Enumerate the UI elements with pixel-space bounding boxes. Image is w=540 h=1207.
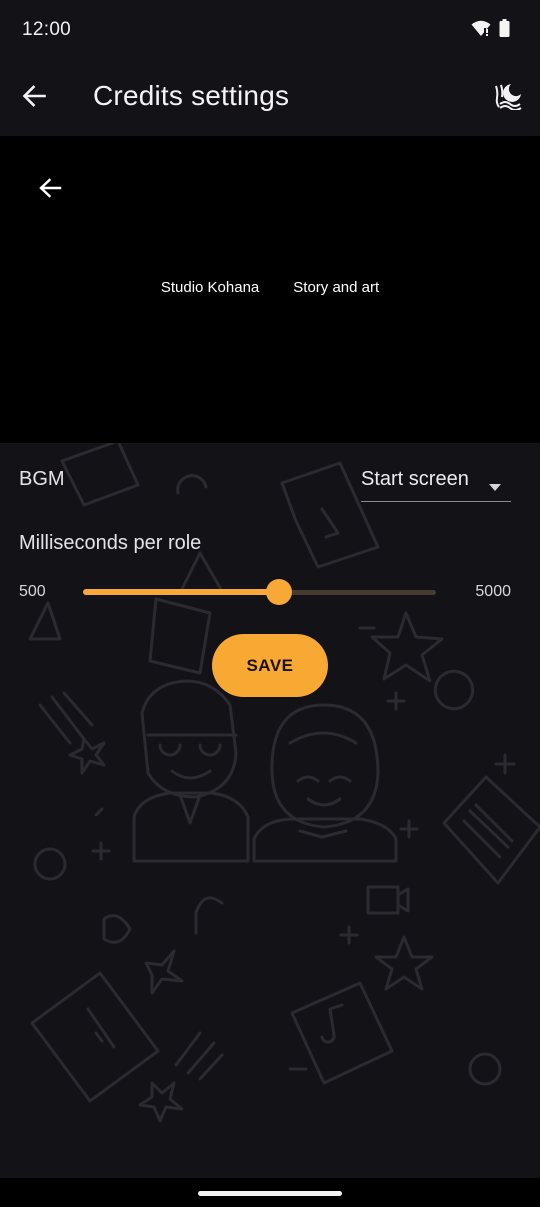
- page-title: Credits settings: [93, 80, 290, 111]
- theme-toggle-button[interactable]: [490, 80, 526, 116]
- arrow-back-icon: [38, 177, 62, 204]
- wifi-icon: [471, 19, 491, 42]
- arrow-back-icon: [22, 84, 46, 112]
- status-icons: [471, 18, 510, 42]
- bgm-dropdown[interactable]: Start screen: [361, 463, 511, 502]
- slider-min-label: 500: [19, 583, 46, 600]
- slider-active-track: [83, 589, 280, 595]
- navigation-bar: [0, 1178, 540, 1207]
- screen: 12:00 Credits settings Studio Kohana Sto…: [0, 0, 540, 1207]
- back-button[interactable]: [14, 74, 54, 122]
- home-gesture-handle[interactable]: [198, 1191, 342, 1196]
- settings-panel: BGM Start screen Milliseconds per role 5…: [0, 443, 540, 1178]
- save-button[interactable]: SAVE: [212, 634, 328, 697]
- status-time: 12:00: [22, 19, 72, 40]
- bgm-label: BGM: [19, 468, 65, 490]
- wave-moon-icon: [493, 82, 523, 115]
- credit-entry: Studio Kohana Story and art: [0, 279, 540, 296]
- bgm-selected-value: Start screen: [361, 468, 469, 490]
- battery-icon: [499, 18, 510, 42]
- preview-back-button[interactable]: [30, 172, 70, 208]
- slider-thumb[interactable]: [266, 579, 293, 605]
- arrow-drop-down-icon: [489, 478, 501, 496]
- credits-preview: Studio Kohana Story and art: [0, 136, 540, 443]
- slider-max-label: 5000: [475, 583, 511, 600]
- app-bar: Credits settings: [0, 60, 540, 136]
- milliseconds-per-role-label: Milliseconds per role: [19, 532, 202, 554]
- milliseconds-slider[interactable]: [83, 579, 436, 605]
- status-bar: 12:00: [0, 0, 540, 60]
- credit-role: Story and art: [293, 279, 380, 296]
- credit-name: Studio Kohana: [160, 279, 260, 296]
